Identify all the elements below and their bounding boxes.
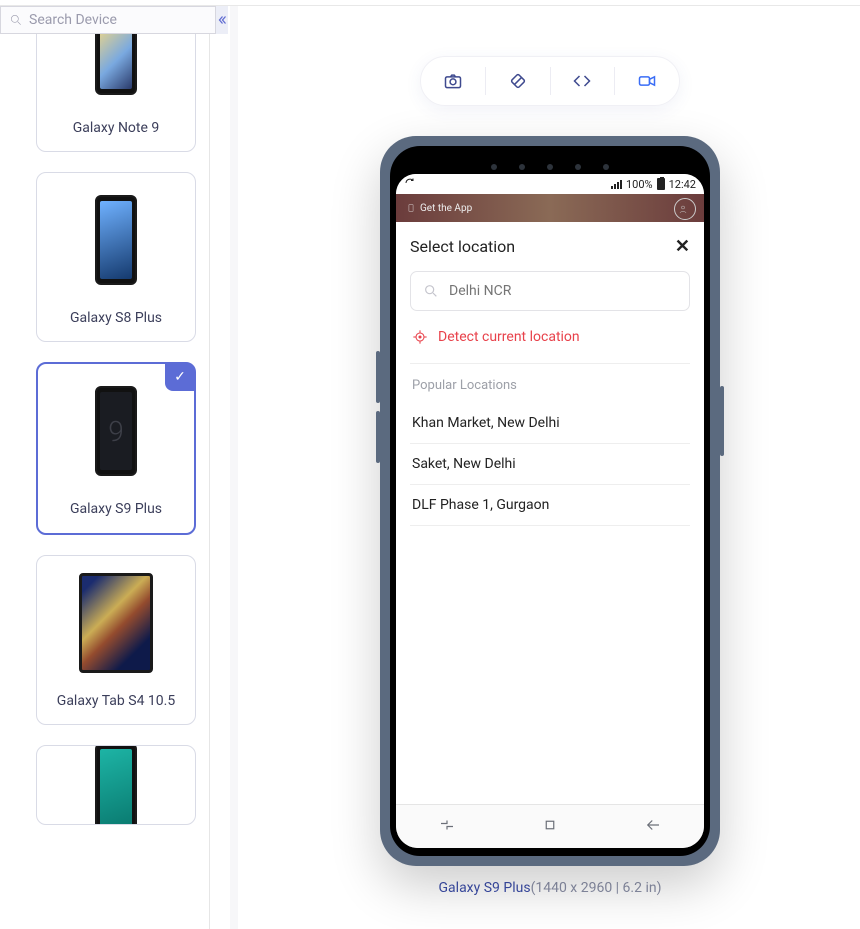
video-icon (637, 71, 657, 91)
device-sidebar: Galaxy Note 9 Galaxy S8 Plus ✓ Galaxy S9 Pl… (0, 6, 210, 929)
device-thumbnail (95, 185, 137, 295)
recent-icon (438, 816, 456, 834)
search-row (0, 6, 209, 34)
rotate-button[interactable] (486, 57, 550, 105)
modal-title: Select location (410, 237, 515, 256)
detect-location-button[interactable]: Detect current location (410, 311, 690, 364)
device-card[interactable]: Galaxy S8 Plus (36, 172, 196, 342)
device-caption: Galaxy S9 Plus(1440 x 2960 | 6.2 in) (240, 880, 860, 896)
device-thumbnail (79, 568, 153, 678)
device-list[interactable]: Galaxy Note 9 Galaxy S8 Plus ✓ Galaxy S9 Pl… (36, 34, 209, 924)
statusbar-right: 100% 12:42 (611, 178, 696, 191)
user-icon (677, 203, 689, 215)
phone-icon (406, 203, 416, 213)
android-statusbar: 100% 12:42 (396, 174, 704, 194)
power-button[interactable] (720, 386, 724, 456)
location-input[interactable] (449, 283, 677, 299)
statusbar-time: 12:42 (669, 178, 696, 191)
detect-label: Detect current location (438, 329, 580, 345)
record-button[interactable] (615, 57, 679, 105)
back-icon (644, 816, 662, 834)
device-thumbnail (95, 34, 137, 105)
volume-up-button[interactable] (376, 351, 380, 403)
home-button[interactable] (541, 816, 559, 838)
device-card[interactable]: Galaxy Tab S4 10.5 (36, 555, 196, 725)
device-card[interactable] (36, 745, 196, 825)
close-button[interactable]: ✕ (675, 236, 690, 257)
location-item[interactable]: Saket, New Delhi (410, 444, 690, 485)
volume-down-button[interactable] (376, 411, 380, 463)
location-modal: Select location ✕ Detect current locatio… (396, 222, 704, 804)
screenshot-button[interactable] (421, 57, 485, 105)
sensor-row (396, 164, 704, 170)
crosshair-icon (412, 329, 428, 345)
device-name-label: Galaxy Tab S4 10.5 (57, 692, 175, 710)
device-thumbnail (95, 758, 137, 818)
close-icon: ✕ (675, 236, 690, 257)
camera-icon (443, 71, 463, 91)
refresh-icon (404, 177, 416, 189)
popular-locations-label: Popular Locations (410, 364, 690, 403)
main-panel: 100% 12:42 Get the App Select l (240, 6, 860, 929)
home-icon (541, 816, 559, 834)
frame-inner: 100% 12:42 Get the App Select l (390, 146, 710, 856)
device-screen[interactable]: 100% 12:42 Get the App Select l (396, 174, 704, 848)
device-name-label: Galaxy S8 Plus (70, 309, 162, 327)
banner-text: Get the App (420, 203, 472, 214)
device-frame: 100% 12:42 Get the App Select l (380, 136, 720, 866)
collapse-sidebar-button[interactable] (216, 6, 228, 34)
code-icon (572, 71, 592, 91)
back-button[interactable] (644, 816, 662, 838)
search-icon (9, 13, 23, 27)
battery-pct: 100% (626, 178, 653, 191)
android-navbar (396, 804, 704, 848)
device-card[interactable]: ✓ Galaxy S9 Plus (36, 362, 196, 534)
selected-badge: ✓ (165, 363, 195, 391)
signal-icon (611, 180, 622, 189)
device-name-label: Galaxy Note 9 (73, 119, 160, 137)
device-thumbnail (95, 376, 137, 486)
devtools-button[interactable] (551, 57, 615, 105)
caption-name: Galaxy S9 Plus (439, 880, 531, 896)
popular-locations-list: Khan Market, New DelhiSaket, New DelhiDL… (410, 403, 690, 526)
statusbar-left (404, 177, 416, 192)
battery-icon (657, 178, 665, 190)
search-wrapper[interactable] (0, 6, 216, 34)
recent-apps-button[interactable] (438, 816, 456, 838)
app-banner: Get the App (396, 194, 704, 222)
caption-spec: (1440 x 2960 | 6.2 in) (531, 880, 662, 896)
profile-avatar[interactable] (674, 198, 696, 220)
device-card[interactable]: Galaxy Note 9 (36, 34, 196, 152)
search-icon (423, 283, 439, 299)
location-item[interactable]: Khan Market, New Delhi (410, 403, 690, 444)
sidebar-scroll-track[interactable] (230, 6, 238, 929)
device-name-label: Galaxy S9 Plus (70, 500, 162, 518)
rotate-icon (508, 71, 528, 91)
search-input[interactable] (29, 12, 207, 28)
chevron-double-left-icon (216, 14, 228, 26)
location-input-wrap[interactable] (410, 271, 690, 311)
toolbar (420, 56, 680, 106)
modal-header: Select location ✕ (410, 236, 690, 257)
location-item[interactable]: DLF Phase 1, Gurgaon (410, 485, 690, 526)
